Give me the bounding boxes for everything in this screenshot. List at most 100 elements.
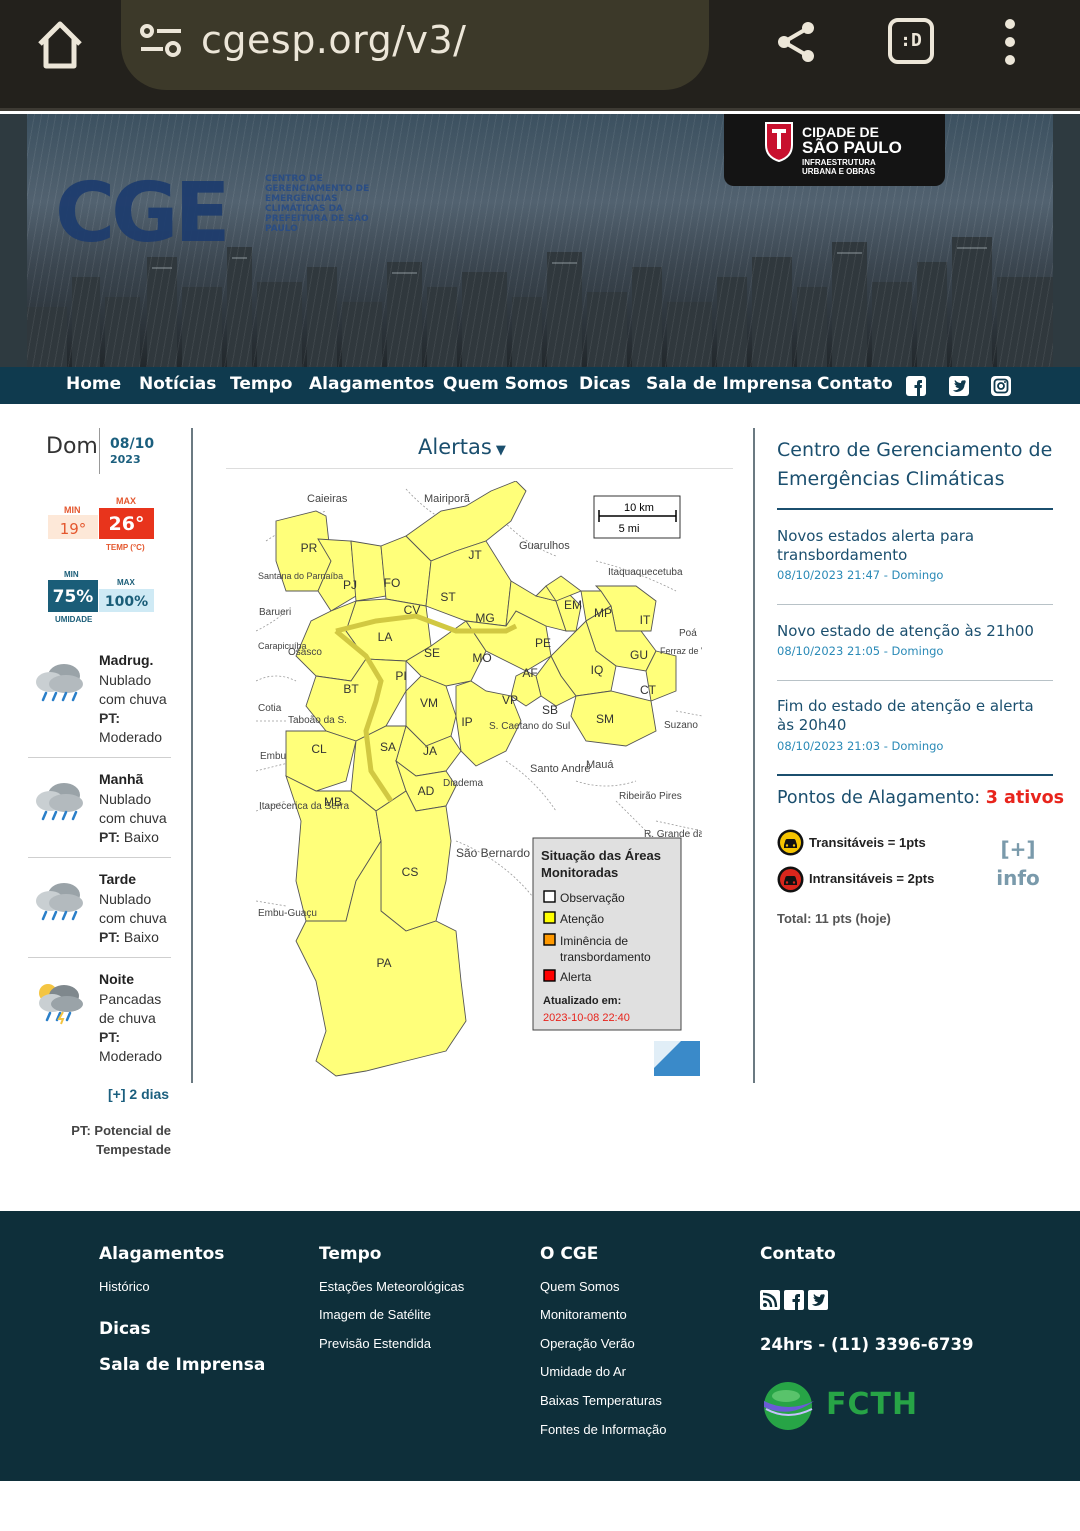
heading-divider	[777, 508, 1053, 510]
nav-quem-somos[interactable]: Quem Somos	[443, 374, 568, 394]
nav-alagamentos[interactable]: Alagamentos	[309, 374, 434, 394]
temp-min-label: MIN	[64, 505, 81, 515]
footer-heading-o-cge[interactable]: O CGE	[540, 1244, 598, 1264]
region-label: SM	[596, 712, 614, 726]
cloud-rain-icon	[36, 883, 83, 921]
region-label: IT	[640, 613, 651, 627]
fcth-logo[interactable]: FCTH	[760, 1376, 920, 1436]
place-label: Mauá	[586, 759, 614, 771]
period-description: Nublado com chuva PT: Baixo	[99, 891, 167, 945]
period-description: Nublado com chuva PT: Baixo	[99, 791, 167, 845]
car-impassable-icon	[777, 866, 804, 893]
car-passable-icon	[777, 829, 804, 856]
nav-contato[interactable]: Contato	[817, 374, 893, 394]
footer-link[interactable]: Estações Meteorológicas	[319, 1279, 464, 1294]
news-title[interactable]: Novos estados alerta para transbordament…	[777, 527, 1053, 565]
cloud-rain-icon	[36, 664, 83, 702]
region-label: SE	[424, 646, 440, 660]
nav-dicas[interactable]: Dicas	[579, 374, 631, 394]
cge-logo[interactable]: CGE	[55, 166, 230, 261]
facebook-icon[interactable]	[784, 1290, 804, 1310]
cge-heading: Centro de Gerenciamento de Emergências C…	[777, 439, 1053, 490]
footer-link-historico[interactable]: Histórico	[99, 1279, 150, 1294]
footer-heading-contato[interactable]: Contato	[760, 1244, 836, 1264]
flood-total-today: Total: 11 pts (hoje)	[777, 911, 891, 926]
flood-info-button[interactable]: [+] info	[996, 835, 1040, 893]
flood-active-count: 3 ativos	[985, 788, 1065, 808]
forecast-period: Noite Pancadas de chuva PT: Moderado	[28, 971, 171, 1065]
footer-link[interactable]: Previsão Estendida	[319, 1336, 431, 1351]
nav-tempo[interactable]: Tempo	[230, 374, 292, 394]
footer-heading-alagamentos[interactable]: Alagamentos	[99, 1244, 224, 1264]
footer-link[interactable]: Umidade do Ar	[540, 1364, 626, 1379]
contact-phone[interactable]: 24hrs - (11) 3396-6739	[760, 1335, 974, 1354]
place-label: Mairiporã	[424, 493, 471, 505]
temp-max-value: 26°	[99, 508, 154, 539]
more-options-icon[interactable]	[998, 18, 1022, 66]
region-label: ST	[440, 590, 456, 604]
region-label: PR	[301, 541, 318, 555]
news-title[interactable]: Fim do estado de atenção e alerta às 20h…	[777, 697, 1053, 735]
rss-icon[interactable]	[760, 1290, 780, 1310]
footer-link[interactable]: Fontes de Informação	[540, 1422, 666, 1437]
date-divider	[99, 428, 100, 474]
temp-max-label: MAX	[116, 496, 136, 506]
place-label: Taboão da S.	[288, 715, 347, 726]
twitter-icon[interactable]	[808, 1290, 828, 1310]
scale-mi-label: 5 mi	[619, 523, 640, 535]
flood-alert-map[interactable]: PR PJ FO ST JT CV MG LA SE MO PE EM MP I…	[256, 481, 702, 1078]
flood-passable-text: Transitáveis = 1pts	[809, 835, 926, 850]
site-settings-icon[interactable]	[137, 20, 185, 60]
legend-swatch	[543, 890, 556, 903]
place-label: Poá	[679, 628, 697, 639]
cge-logo-subtitle: Centro de Gerenciamento de Emergências C…	[265, 174, 370, 234]
humidity-unit-label: UMIDADE	[55, 615, 93, 624]
period-name: Madrug.	[99, 652, 154, 668]
footer-link[interactable]: Operação Verão	[540, 1336, 635, 1351]
nav-sala-de-imprensa[interactable]: Sala de Imprensa	[646, 374, 812, 394]
home-icon[interactable]	[30, 14, 90, 74]
weather-date: 08/10	[110, 436, 155, 452]
tab-switcher-button[interactable]: :D	[888, 18, 934, 64]
place-label: Suzano	[664, 720, 698, 731]
alerts-dropdown[interactable]: Alertas ▼	[418, 435, 506, 459]
region-label: AD	[418, 784, 435, 798]
footer-link[interactable]: Quem Somos	[540, 1279, 619, 1294]
forecast-period: Manhã Nublado com chuva PT: Baixo	[28, 771, 171, 847]
period-name: Manhã	[99, 771, 144, 787]
nav-home[interactable]: Home	[66, 374, 121, 394]
site-banner: CGE Centro de Gerenciamento de Emergênci…	[0, 114, 1080, 367]
address-bar[interactable]: cgesp.org/v3/	[121, 0, 709, 90]
footer-link[interactable]: Monitoramento	[540, 1307, 627, 1322]
more-days-link[interactable]: [+] 2 dias	[108, 1086, 169, 1102]
footer-heading-sala-de-imprensa[interactable]: Sala de Imprensa	[99, 1355, 265, 1375]
map-legend: Situação das Áreas Monitoradas Observaçã…	[532, 837, 682, 1031]
url-text[interactable]: cgesp.org/v3/	[201, 18, 467, 62]
city-of-sao-paulo-badge[interactable]: CIDADE DE SÃO PAULO INFRAESTRUTURA URBANA…	[724, 114, 945, 186]
facebook-icon[interactable]	[906, 376, 926, 396]
column-divider	[753, 428, 755, 1083]
footer-link[interactable]: Baixas Temperaturas	[540, 1393, 662, 1408]
place-label: Barueri	[259, 607, 291, 618]
place-label: Embu	[260, 751, 286, 762]
browser-toolbar: cgesp.org/v3/ :D	[0, 0, 1080, 111]
place-label: Santo André	[530, 763, 591, 775]
footer-link[interactable]: Imagem de Satélite	[319, 1307, 431, 1322]
news-title[interactable]: Novo estado de atenção às 21h00	[777, 622, 1053, 641]
legend-swatch	[543, 911, 556, 924]
flood-points-label: Pontos de Alagamento:	[777, 788, 981, 808]
nav-noticias[interactable]: Notícias	[139, 374, 216, 394]
caret-down-icon: ▼	[495, 443, 506, 458]
instagram-icon[interactable]	[991, 376, 1011, 396]
share-icon[interactable]	[772, 18, 820, 66]
hum-min-label: MIN	[64, 570, 79, 579]
footer-heading-dicas[interactable]: Dicas	[99, 1319, 151, 1339]
place-label: Itapecerica da Serra	[259, 801, 349, 812]
legend-swatch	[543, 933, 556, 946]
period-divider	[28, 857, 171, 858]
region-label: PJ	[343, 578, 357, 592]
news-divider	[777, 604, 1053, 605]
alerts-divider	[226, 468, 733, 469]
twitter-icon[interactable]	[949, 376, 969, 396]
footer-heading-tempo[interactable]: Tempo	[319, 1244, 381, 1264]
